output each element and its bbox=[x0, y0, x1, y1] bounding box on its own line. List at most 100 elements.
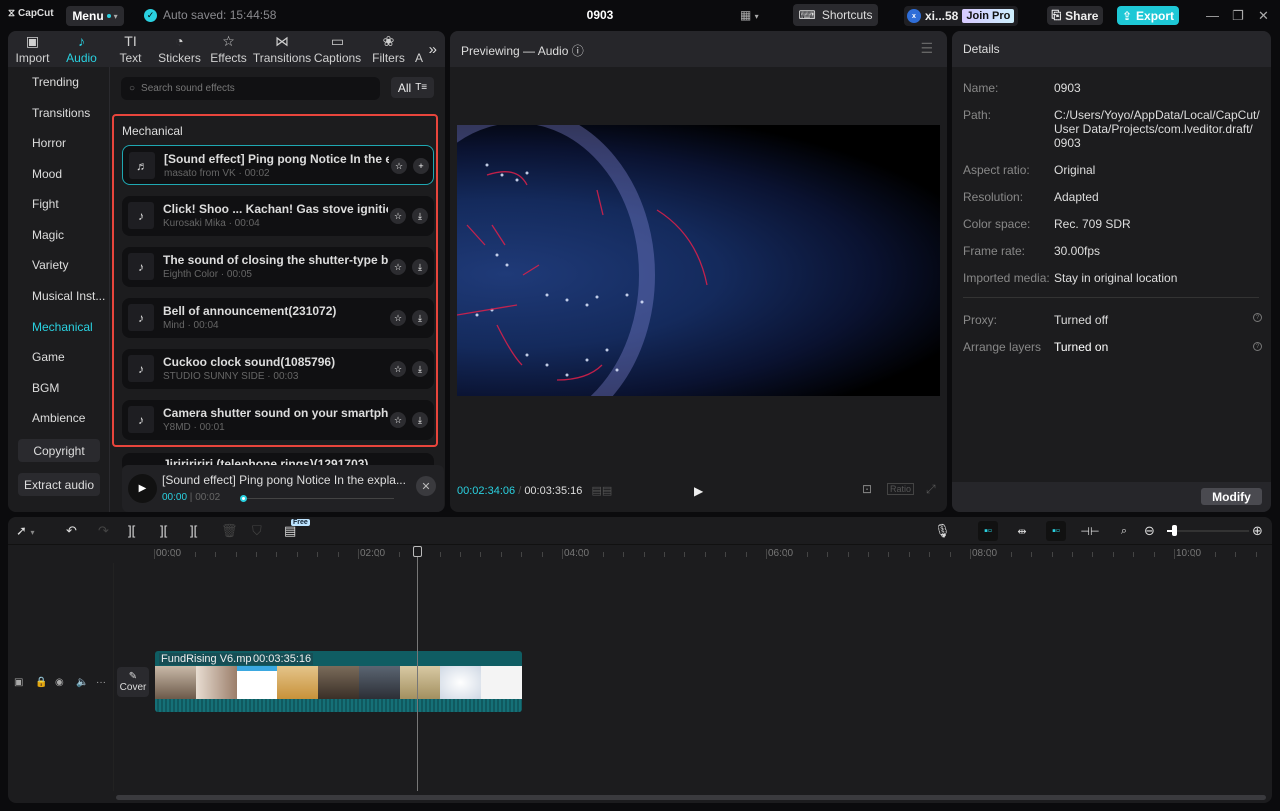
download-icon[interactable]: ⤓ bbox=[412, 412, 428, 428]
search-input[interactable]: ○ Search sound effects bbox=[121, 77, 380, 100]
tab-text[interactable]: TI Text bbox=[106, 31, 155, 67]
tab-filters[interactable]: ❀ Filters bbox=[364, 31, 413, 67]
add-icon[interactable]: + bbox=[413, 158, 429, 174]
lock-icon[interactable]: 🔒 bbox=[35, 677, 47, 688]
category-item-active[interactable]: Mechanical bbox=[32, 320, 93, 334]
select-cursor-icon[interactable]: ➚ ▾ bbox=[16, 523, 35, 539]
download-icon[interactable]: ⤓ bbox=[412, 361, 428, 377]
center-split-icon[interactable]: ⊣⊢ bbox=[1080, 521, 1100, 541]
tab-effects[interactable]: ☆ Effects bbox=[204, 31, 253, 67]
delete-icon[interactable]: 🗑 bbox=[221, 523, 238, 539]
sound-item[interactable]: ♪ Camera shutter sound on your smartpho.… bbox=[122, 400, 434, 440]
split-right-icon[interactable]: ][ bbox=[190, 523, 197, 538]
info-icon[interactable]: ⓘ bbox=[572, 44, 584, 58]
tab-stickers[interactable]: ◔ Stickers bbox=[155, 31, 204, 67]
favorite-star-icon[interactable]: ☆ bbox=[390, 259, 406, 275]
linkage-icon[interactable]: ▪▫ bbox=[1046, 521, 1066, 541]
hamburger-menu-icon[interactable]: ☰ bbox=[920, 40, 933, 57]
more-tabs-icon[interactable]: » bbox=[429, 41, 437, 58]
favorite-star-icon[interactable]: ☆ bbox=[390, 412, 406, 428]
help-icon[interactable]: ? bbox=[1253, 313, 1262, 322]
download-icon[interactable]: ⤓ bbox=[412, 259, 428, 275]
download-icon[interactable]: ⤓ bbox=[412, 208, 428, 224]
shield-icon[interactable]: ⛉ bbox=[252, 523, 262, 539]
category-item[interactable]: BGM bbox=[32, 381, 59, 395]
minimize-icon[interactable]: — bbox=[1206, 8, 1219, 23]
favorite-star-icon[interactable]: ☆ bbox=[390, 361, 406, 377]
shortcuts-button[interactable]: ⌨ Shortcuts bbox=[793, 4, 878, 26]
share-button[interactable]: ⎘ Share bbox=[1047, 6, 1103, 25]
zoom-slider-knob[interactable] bbox=[1172, 525, 1177, 536]
close-player-icon[interactable]: ✕ bbox=[416, 476, 436, 496]
zoom-fit-icon[interactable]: ⊡ bbox=[862, 482, 872, 496]
user-account[interactable]: x xi...58 Join Pro bbox=[904, 6, 1018, 26]
sound-item[interactable]: ♪ Click! Shoo ... Kachan! Gas stove igni… bbox=[122, 196, 434, 236]
category-item[interactable]: Musical Inst... bbox=[32, 289, 105, 303]
copyright-button[interactable]: Copyright bbox=[18, 439, 100, 462]
preview-axis-icon[interactable]: ⌕ bbox=[1114, 521, 1134, 541]
snap-icon[interactable]: ⇹ bbox=[1012, 521, 1032, 541]
filter-button[interactable]: All T≡ bbox=[391, 77, 434, 98]
tab-import[interactable]: ▣ Import bbox=[8, 31, 57, 67]
menu-button[interactable]: Menu ▾ bbox=[66, 6, 124, 26]
magnet-link-icon[interactable]: ▪▫ bbox=[978, 521, 998, 541]
zoom-slider-track[interactable] bbox=[1167, 530, 1249, 532]
tab-captions[interactable]: ▭ Captions bbox=[311, 31, 364, 67]
sound-item[interactable]: ♪ The sound of closing the shutter-type … bbox=[122, 247, 434, 287]
favorite-star-icon[interactable]: ☆ bbox=[391, 158, 407, 174]
sound-item[interactable]: ♬ [Sound effect] Ping pong Notice In the… bbox=[122, 145, 434, 185]
play-button[interactable]: ▶ bbox=[694, 484, 703, 498]
tab-transitions[interactable]: ⋈ Transitions bbox=[253, 31, 311, 67]
volume-icon[interactable]: 🔈 bbox=[76, 677, 88, 688]
cover-button[interactable]: ✎ Cover bbox=[117, 667, 149, 697]
video-clip[interactable]: FundRising V6.mp4 00:03:35:16 bbox=[155, 651, 522, 712]
download-icon[interactable]: ⤓ bbox=[412, 310, 428, 326]
category-item[interactable]: Variety bbox=[32, 258, 68, 272]
sound-item[interactable]: ♪ Bell of announcement(231072) Mind · 00… bbox=[122, 298, 434, 338]
microphone-icon[interactable]: 🎙 bbox=[934, 523, 951, 539]
zoom-in-icon[interactable]: ⊕ bbox=[1252, 523, 1263, 539]
split-icon[interactable]: ][ bbox=[128, 523, 135, 538]
playhead-line[interactable] bbox=[417, 547, 418, 791]
ratio-button[interactable]: Ratio bbox=[887, 483, 915, 495]
play-icon[interactable]: ▶ bbox=[128, 474, 157, 503]
close-icon[interactable]: ✕ bbox=[1258, 8, 1269, 24]
category-item[interactable]: Fight bbox=[32, 197, 59, 211]
player-progress-knob[interactable] bbox=[240, 495, 247, 502]
timeline-panel: ➚ ▾ ↶ ↷ ][ ][ ][ 🗑 ⛉ ▤ Free 🎙 ▪▫ ⇹ ▪▫ ⊣⊢… bbox=[8, 517, 1272, 803]
category-item[interactable]: Transitions bbox=[32, 106, 90, 120]
zoom-out-icon[interactable]: ⊖ bbox=[1144, 523, 1155, 539]
frame-thumbnail bbox=[399, 666, 441, 699]
category-item[interactable]: Game bbox=[32, 350, 65, 364]
favorite-star-icon[interactable]: ☆ bbox=[390, 310, 406, 326]
extract-audio-button[interactable]: Extract audio bbox=[18, 473, 100, 496]
time-ruler[interactable]: 00:00 02:00 04:00 06:00 08:00 10:00 bbox=[8, 545, 1272, 563]
tab-adjust[interactable]: A bbox=[413, 31, 425, 67]
split-left-icon[interactable]: ][ bbox=[160, 523, 167, 538]
tab-audio[interactable]: ♪ Audio bbox=[57, 31, 106, 67]
playhead-handle[interactable] bbox=[413, 546, 422, 557]
sound-item[interactable]: ♪ Cuckoo clock sound(1085796) STUDIO SUN… bbox=[122, 349, 434, 389]
waveform-bars-icon[interactable]: ▤▤ bbox=[592, 485, 613, 497]
more-options-icon[interactable]: ··· bbox=[96, 677, 106, 688]
maximize-icon[interactable]: ❐ bbox=[1232, 8, 1244, 24]
modify-button[interactable]: Modify bbox=[1201, 488, 1262, 505]
redo-icon[interactable]: ↷ bbox=[98, 523, 109, 539]
undo-icon[interactable]: ↶ bbox=[66, 523, 77, 539]
category-item[interactable]: Ambience bbox=[32, 411, 85, 425]
export-button[interactable]: ⇪ Export bbox=[1117, 6, 1179, 25]
player-progress-track[interactable] bbox=[244, 498, 394, 499]
favorite-star-icon[interactable]: ☆ bbox=[390, 208, 406, 224]
fullscreen-icon[interactable]: ⤢ bbox=[926, 482, 936, 497]
track-video-icon[interactable]: ▣ bbox=[14, 677, 23, 688]
category-item[interactable]: Horror bbox=[32, 136, 66, 150]
filter-icon: T≡ bbox=[415, 82, 428, 93]
help-icon[interactable]: ? bbox=[1253, 342, 1262, 351]
eye-icon[interactable]: ◉ bbox=[55, 677, 64, 688]
join-pro-button[interactable]: Join Pro bbox=[962, 9, 1015, 23]
category-item[interactable]: Mood bbox=[32, 167, 62, 181]
horizontal-scrollbar[interactable] bbox=[116, 795, 1266, 800]
category-item[interactable]: Trending bbox=[32, 75, 79, 89]
layout-icon[interactable]: ▦ ▾ bbox=[740, 8, 759, 22]
category-item[interactable]: Magic bbox=[32, 228, 64, 242]
